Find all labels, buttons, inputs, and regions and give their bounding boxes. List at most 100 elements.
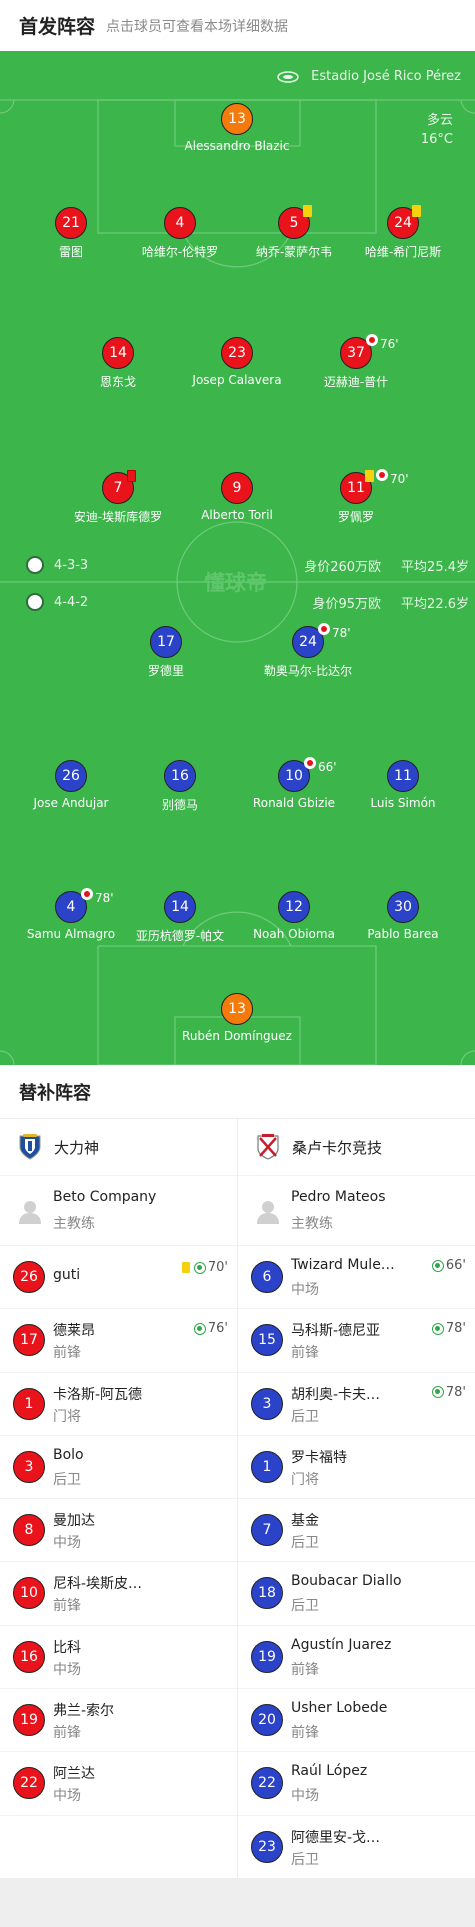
away-player[interactable]: 11 Luis Simón xyxy=(338,760,468,810)
player-name: guti xyxy=(53,1267,81,1283)
player-number: 13 xyxy=(221,993,253,1025)
home-formation: 4-3-3 xyxy=(26,556,88,574)
coach-row[interactable]: Pedro Mateos 主教练 xyxy=(238,1176,475,1246)
yellow-card-icon xyxy=(365,470,374,482)
sub-player-row[interactable]: 8 曼加达 中场 xyxy=(0,1499,237,1563)
watermark-logo: 懂球帝 xyxy=(204,571,267,595)
player-number: 5 xyxy=(278,205,312,239)
away-team-stats: 身价95万欧 平均22.6岁 xyxy=(293,593,470,612)
away-player[interactable]: 30 Pablo Barea xyxy=(338,891,468,941)
sub-player-row[interactable]: 20 Usher Lobede 前锋 xyxy=(238,1689,475,1753)
player-number: 10 66' xyxy=(278,757,337,792)
player-number: 7 xyxy=(102,470,136,504)
subs-title: 替补阵容 xyxy=(19,1083,91,1104)
home-player[interactable]: 37 76' 迈赫迪-普什 xyxy=(291,334,421,390)
yellow-card-icon xyxy=(412,205,421,217)
coach-avatar-icon xyxy=(19,1201,41,1224)
sub-player-row[interactable]: 18 Boubacar Diallo 后卫 xyxy=(238,1562,475,1626)
page-footer xyxy=(0,1878,475,1927)
player-position: 前锋 xyxy=(291,1345,319,1362)
sub-player-row[interactable]: 3 胡利奥-卡夫… 后卫 78' xyxy=(238,1373,475,1436)
home-player[interactable]: 9 Alberto Toril xyxy=(172,472,302,522)
sub-in-icon xyxy=(431,1259,444,1272)
away-value: 身价95万欧 xyxy=(312,597,382,612)
sub-out-icon xyxy=(81,888,93,900)
sub-time: 70' xyxy=(390,472,409,486)
away-player[interactable]: 13 Rubén Domínguez xyxy=(172,993,302,1043)
player-number: 18 xyxy=(251,1577,283,1610)
sanluqueno-crest-icon xyxy=(257,1134,279,1160)
away-team-row[interactable]: 桑卢卡尔竞技 xyxy=(238,1119,475,1176)
player-name: Bolo xyxy=(53,1446,84,1463)
player-position: 后卫 xyxy=(291,1598,319,1615)
player-position: 中场 xyxy=(291,1788,319,1805)
player-name: Rubén Domínguez xyxy=(182,1029,292,1043)
sub-player-row[interactable]: 1 卡洛斯-阿瓦德 门将 xyxy=(0,1373,237,1436)
away-player[interactable]: 24 78' 勒奥马尔-比达尔 xyxy=(243,623,373,679)
player-position: 前锋 xyxy=(291,1725,319,1742)
venue: Estadio José Rico Pérez xyxy=(277,69,461,84)
sub-player-row[interactable]: 15 马科斯-德尼亚 前锋 78' xyxy=(238,1309,475,1373)
player-number: 3 xyxy=(13,1450,45,1483)
sub-player-row[interactable]: 26 guti 70' xyxy=(0,1246,237,1310)
player-number: 1 xyxy=(251,1450,283,1483)
home-subs-column: 大力神 Beto Company 主教练 26 guti 70' 17 德莱昂 … xyxy=(0,1119,237,1816)
away-player[interactable]: 14 亚历杭德罗-帕文 xyxy=(115,891,245,944)
sub-player-row[interactable]: 10 尼科-埃斯皮… 前锋 xyxy=(0,1562,237,1626)
player-name: Alberto Toril xyxy=(201,508,273,522)
sub-player-row[interactable]: 16 比科 中场 xyxy=(0,1626,237,1690)
away-player[interactable]: 16 别德马 xyxy=(115,760,245,813)
stadium-icon xyxy=(277,70,299,83)
player-name: 罗德里 xyxy=(147,664,184,678)
home-player[interactable]: 24 哈维-希门尼斯 xyxy=(338,205,468,260)
player-name: 迈赫迪-普什 xyxy=(323,375,389,389)
player-number: 26 xyxy=(55,760,87,792)
player-name: 马科斯-德尼亚 xyxy=(291,1323,381,1340)
player-number: 24 xyxy=(387,205,421,239)
coach-name: Beto Company xyxy=(53,1189,157,1205)
coach-row[interactable]: Beto Company 主教练 xyxy=(0,1176,237,1246)
coach-name: Pedro Mateos xyxy=(291,1189,386,1205)
home-player[interactable]: 13 Alessandro Blazic xyxy=(172,103,302,153)
player-number: 14 xyxy=(164,891,196,923)
sub-player-row[interactable]: 7 基金 后卫 xyxy=(238,1499,475,1563)
away-player[interactable]: 17 罗德里 xyxy=(101,626,231,679)
player-name: Agustín Juarez xyxy=(291,1636,392,1653)
sub-out-icon xyxy=(366,334,378,346)
player-name: 阿德里安-戈… xyxy=(291,1829,381,1846)
sub-player-row[interactable]: 22 Raúl López 中场 xyxy=(238,1752,475,1816)
sub-out-icon xyxy=(376,469,388,481)
sub-player-row[interactable]: 6 Twizard Mule… 中场 66' xyxy=(238,1246,475,1310)
player-name: 尼科-埃斯皮… xyxy=(53,1576,143,1593)
player-position: 中场 xyxy=(53,1788,81,1805)
player-name: 勒奥马尔-比达尔 xyxy=(263,664,353,678)
away-subs-column: 桑卢卡尔竞技 Pedro Mateos 主教练 6 Twizard Mule… … xyxy=(238,1119,475,1879)
player-number: 26 xyxy=(13,1261,45,1293)
player-position: 中场 xyxy=(291,1282,319,1298)
lineup-header: 首发阵容 点击球员可查看本场详细数据 xyxy=(0,0,475,51)
home-player[interactable]: 4 哈维尔-伦特罗 xyxy=(115,207,245,260)
player-name: 亚历杭德罗-帕文 xyxy=(135,929,225,943)
player-number: 9 xyxy=(221,472,253,504)
home-player[interactable]: 23 Josep Calavera xyxy=(172,337,302,387)
sub-player-row[interactable]: 22 阿兰达 中场 xyxy=(0,1752,237,1816)
sub-player-row[interactable]: 17 德莱昂 前锋 76' xyxy=(0,1309,237,1373)
home-player[interactable]: 11 70' 罗佩罗 xyxy=(291,469,421,525)
player-number: 24 78' xyxy=(292,623,351,658)
sub-player-row[interactable]: 3 Bolo 后卫 xyxy=(0,1436,237,1500)
home-player[interactable]: 7 安迪-埃斯库德罗 xyxy=(53,470,183,525)
player-number: 4 78' xyxy=(55,888,114,923)
sub-player-row[interactable]: 23 阿德里安-戈… 后卫 xyxy=(238,1816,475,1879)
sub-player-row[interactable]: 1 罗卡福特 门将 xyxy=(238,1436,475,1500)
sub-player-row[interactable]: 19 弗兰-索尔 前锋 xyxy=(0,1689,237,1753)
player-number: 21 xyxy=(55,207,87,239)
player-name: 比科 xyxy=(53,1639,81,1656)
home-player[interactable]: 14 恩东戈 xyxy=(53,337,183,390)
player-name: 阿兰达 xyxy=(53,1766,95,1783)
home-team-row[interactable]: 大力神 xyxy=(0,1119,237,1176)
player-position: 后卫 xyxy=(53,1471,81,1488)
sub-time: 78' xyxy=(332,626,351,640)
sub-time: 66' xyxy=(318,760,337,774)
sub-player-row[interactable]: 19 Agustín Juarez 前锋 xyxy=(238,1626,475,1690)
player-number: 8 xyxy=(13,1514,45,1547)
